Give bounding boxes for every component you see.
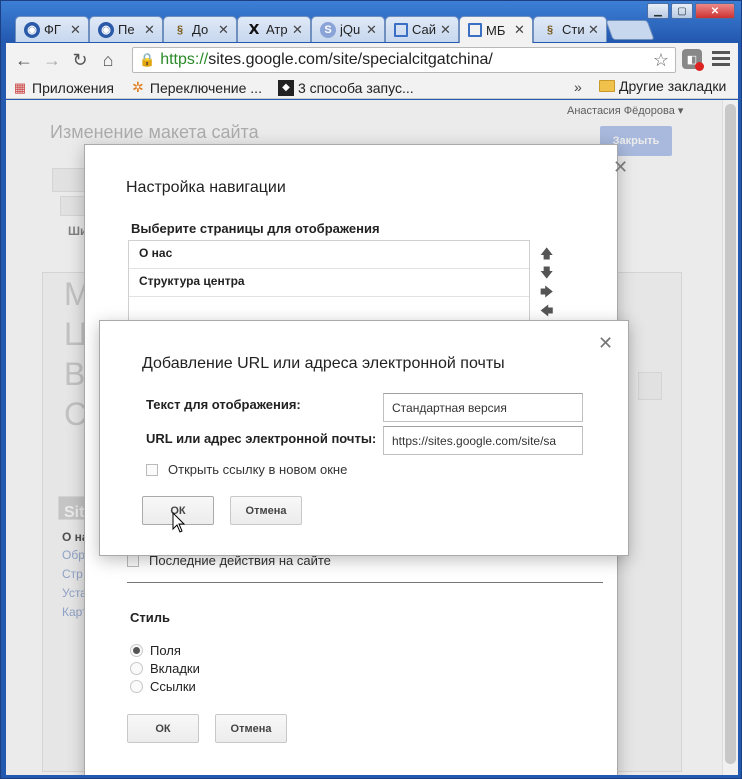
bookmark-star-icon[interactable]: ☆: [653, 50, 669, 71]
extension-icon[interactable]: ◧: [682, 49, 704, 71]
chrome-globe-icon: ◉: [98, 21, 114, 38]
tab-8[interactable]: § Сти ✕: [533, 16, 607, 42]
bookmark-switch[interactable]: ✲ Переключение ...: [130, 79, 262, 96]
radio-button[interactable]: [130, 662, 143, 675]
tab-strip: ◉ ФГ ✕ ◉ Пе ✕ § До ✕ 𝗫 Атр ✕ S jQu ✕ Сай…: [15, 16, 715, 43]
outdent-left-icon[interactable]: 🡄: [540, 302, 553, 318]
url-label: URL или адрес электронной почты:: [146, 431, 377, 446]
divider: [127, 582, 603, 583]
close-tab-icon[interactable]: ✕: [218, 22, 230, 38]
tab-1[interactable]: ◉ ФГ ✕: [15, 16, 89, 42]
folder-icon: [599, 80, 615, 92]
home-icon[interactable]: ⌂: [94, 46, 122, 74]
close-tab-icon[interactable]: ✕: [144, 22, 156, 38]
reorder-controls: 🡅 🡇 🡆 🡄: [540, 245, 553, 318]
chrome-globe-icon: ◉: [24, 21, 40, 38]
chrome-menu-icon[interactable]: [712, 49, 730, 67]
tab-4[interactable]: 𝗫 Атр ✕: [237, 16, 311, 42]
page-scrollbar[interactable]: [722, 100, 738, 775]
close-icon[interactable]: ✕: [613, 157, 628, 178]
reload-icon[interactable]: ↻: [66, 46, 94, 74]
page-content: Анастасия Фёдорова ▾ Изменение макета са…: [6, 100, 738, 775]
tab-5[interactable]: S jQu ✕: [311, 16, 385, 42]
url-cancel-button[interactable]: Отмена: [230, 496, 302, 525]
list-item[interactable]: Структура центра: [129, 269, 529, 297]
scrollbar-thumb[interactable]: [725, 104, 736, 764]
joomla-icon: ✲: [132, 79, 144, 95]
new-window-checkbox[interactable]: [146, 463, 158, 476]
lock-icon: 🔒: [139, 52, 156, 67]
x-site-icon: 𝗫: [248, 21, 260, 37]
pages-list: О нас Структура центра: [128, 240, 530, 330]
close-tab-icon[interactable]: ✕: [292, 22, 304, 38]
dialog-title: Добавление URL или адреса электронной по…: [142, 355, 505, 372]
tab-6[interactable]: Сай ✕: [385, 16, 459, 42]
open-new-window-option[interactable]: Открыть ссылку в новом окне: [146, 462, 347, 477]
tab-3[interactable]: § До ✕: [163, 16, 237, 42]
style-option-fields[interactable]: Поля: [130, 643, 181, 658]
move-down-icon[interactable]: 🡇: [540, 264, 553, 280]
tab-7-active[interactable]: МБ ✕: [459, 16, 533, 43]
radio-button-selected[interactable]: [130, 644, 143, 657]
style-option-tabs[interactable]: Вкладки: [130, 661, 200, 676]
back-arrow-icon[interactable]: ←: [10, 46, 38, 74]
new-tab-button[interactable]: [605, 20, 655, 40]
bookmark-3-ways[interactable]: ◆ 3 способа запус...: [277, 79, 414, 96]
move-up-icon[interactable]: 🡅: [540, 245, 553, 261]
apps-grid-icon: ▦: [13, 79, 27, 95]
sites-page-icon: [394, 22, 408, 37]
nav-cancel-button[interactable]: Отмена: [215, 714, 287, 743]
google-sites-icon: §: [546, 23, 554, 36]
close-tab-icon[interactable]: ✕: [70, 22, 82, 38]
bookmarks-overflow-button[interactable]: »: [574, 79, 582, 95]
other-bookmarks[interactable]: Другие закладки: [599, 78, 726, 94]
close-tab-icon[interactable]: ✕: [366, 22, 378, 38]
sites-page-icon: [468, 23, 482, 37]
close-icon[interactable]: ✕: [598, 333, 613, 354]
recent-activity-checkbox[interactable]: [127, 554, 139, 567]
close-tab-icon[interactable]: ✕: [514, 22, 526, 38]
bookmark-apps[interactable]: ▦ Приложения: [12, 80, 114, 96]
indent-right-icon[interactable]: 🡆: [540, 283, 553, 299]
google-sites-icon: §: [176, 23, 184, 36]
mouse-pointer-icon: [172, 512, 186, 533]
list-item[interactable]: О нас: [129, 241, 529, 269]
browser-toolbar: ← → ↻ ⌂ 🔒 https:// sites.google.com/site…: [6, 43, 738, 77]
pages-label: Выберите страницы для отображения: [131, 221, 380, 236]
url-input[interactable]: https://sites.google.com/site/sa: [383, 426, 583, 455]
forward-arrow-icon[interactable]: →: [38, 46, 66, 74]
close-tab-icon[interactable]: ✕: [440, 22, 452, 38]
nav-ok-button[interactable]: ОК: [127, 714, 199, 743]
extension-badge-icon: [695, 62, 704, 71]
browser-window: ▁ ▢ ✕ ◉ ФГ ✕ ◉ Пе ✕ § До ✕ 𝗫 Атр ✕ S jQu…: [0, 0, 742, 779]
s-circle-icon: S: [320, 21, 336, 38]
radio-button[interactable]: [130, 680, 143, 693]
bookmarks-bar: ▦ Приложения ✲ Переключение ... ◆ 3 спос…: [6, 77, 738, 99]
dialog-title: Настройка навигации: [126, 179, 286, 196]
tab-2[interactable]: ◉ Пе ✕: [89, 16, 163, 42]
style-label: Стиль: [130, 610, 170, 625]
close-tab-icon[interactable]: ✕: [588, 22, 600, 38]
address-bar[interactable]: 🔒 https:// sites.google.com/site/special…: [132, 47, 676, 73]
style-option-links[interactable]: Ссылки: [130, 679, 196, 694]
display-text-label: Текст для отображения:: [146, 397, 301, 412]
display-text-input[interactable]: Стандартная версия: [383, 393, 583, 422]
diamond-icon: ◆: [277, 79, 294, 96]
